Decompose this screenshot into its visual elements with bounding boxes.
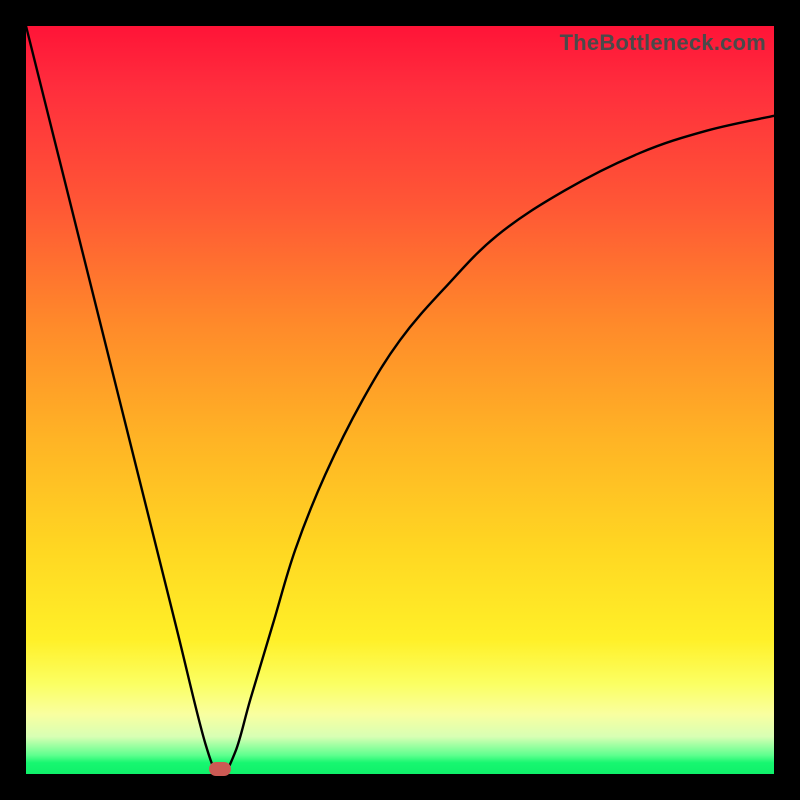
curve-path <box>26 26 774 774</box>
optimal-point-marker <box>209 762 231 776</box>
plot-area: TheBottleneck.com <box>26 26 774 774</box>
bottleneck-curve <box>26 26 774 774</box>
chart-frame: TheBottleneck.com <box>0 0 800 800</box>
